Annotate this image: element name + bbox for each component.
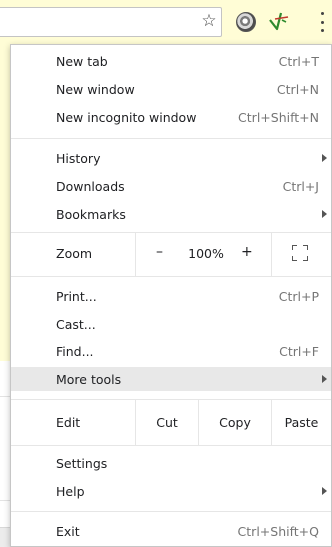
zoom-level: 100% (188, 246, 224, 261)
submenu-arrow-icon (322, 154, 327, 162)
menu-separator (11, 511, 331, 512)
menu-item-shortcut: Ctrl+Shift+N (238, 109, 319, 125)
menu-item-label: Cast... (56, 316, 96, 332)
cut-button[interactable]: Cut (135, 400, 198, 445)
menu-item-more-tools[interactable]: More tools (11, 367, 331, 391)
menu-kebab-icon[interactable] (318, 12, 326, 32)
menu-item-label: Exit (56, 523, 80, 539)
menu-item-bookmarks[interactable]: Bookmarks (11, 202, 331, 226)
submenu-arrow-icon (322, 487, 327, 495)
menu-item-label: Downloads (56, 178, 125, 194)
menu-item-shortcut: Ctrl+N (276, 81, 319, 97)
menu-item-label: History (56, 150, 101, 166)
browser-menu: New tab Ctrl+T New window Ctrl+N New inc… (10, 44, 332, 547)
menu-item-label: New incognito window (56, 109, 197, 125)
menu-item-new-window[interactable]: New window Ctrl+N (11, 77, 331, 101)
plus-icon: + (241, 244, 253, 260)
fullscreen-icon (292, 245, 308, 261)
menu-item-label: Find... (56, 343, 94, 359)
paste-button[interactable]: Paste (271, 400, 331, 445)
menu-item-shortcut: Ctrl+T (278, 53, 319, 69)
menu-separator (11, 445, 331, 446)
copy-button[interactable]: Copy (198, 400, 271, 445)
menu-item-shortcut: Ctrl+Shift+Q (237, 523, 319, 539)
extension-icon[interactable] (268, 10, 290, 32)
browser-toolbar: ☆ (0, 0, 332, 44)
extension-icon[interactable] (236, 12, 256, 32)
zoom-out-button[interactable]: – (135, 232, 189, 276)
menu-item-help[interactable]: Help (11, 479, 331, 503)
menu-item-downloads[interactable]: Downloads Ctrl+J (11, 174, 331, 198)
menu-item-label: Print... (56, 288, 97, 304)
menu-item-label: Bookmarks (56, 206, 126, 222)
menu-item-label: Settings (56, 455, 108, 471)
menu-item-label: Help (56, 483, 85, 499)
minus-icon: – (156, 244, 163, 260)
zoom-in-button[interactable]: + (225, 232, 271, 276)
menu-item-label: More tools (56, 371, 122, 387)
menu-separator (11, 138, 331, 139)
menu-item-label: New tab (56, 53, 108, 69)
menu-separator (11, 276, 331, 277)
menu-item-cast[interactable]: Cast... (11, 312, 331, 336)
menu-item-find[interactable]: Find... Ctrl+F (11, 339, 331, 363)
star-icon[interactable]: ☆ (198, 9, 220, 33)
submenu-arrow-icon (322, 375, 327, 383)
address-bar[interactable] (0, 7, 222, 37)
menu-item-shortcut: Ctrl+F (279, 343, 319, 359)
menu-item-settings[interactable]: Settings (11, 451, 331, 475)
submenu-arrow-icon (322, 210, 327, 218)
menu-item-new-incognito-window[interactable]: New incognito window Ctrl+Shift+N (11, 105, 331, 129)
menu-item-shortcut: Ctrl+P (278, 288, 319, 304)
edit-label: Edit (56, 415, 81, 430)
menu-item-label: New window (56, 81, 135, 97)
zoom-label: Zoom (56, 246, 93, 261)
edit-controls: Edit Cut Copy Paste (11, 400, 331, 445)
menu-item-exit[interactable]: Exit Ctrl+Shift+Q (11, 519, 331, 543)
fullscreen-button[interactable] (271, 232, 331, 276)
menu-item-new-tab[interactable]: New tab Ctrl+T (11, 49, 331, 73)
menu-item-history[interactable]: History (11, 146, 331, 170)
menu-item-print[interactable]: Print... Ctrl+P (11, 284, 331, 308)
menu-item-shortcut: Ctrl+J (282, 178, 319, 194)
zoom-controls: Zoom – 100% + (11, 232, 331, 276)
